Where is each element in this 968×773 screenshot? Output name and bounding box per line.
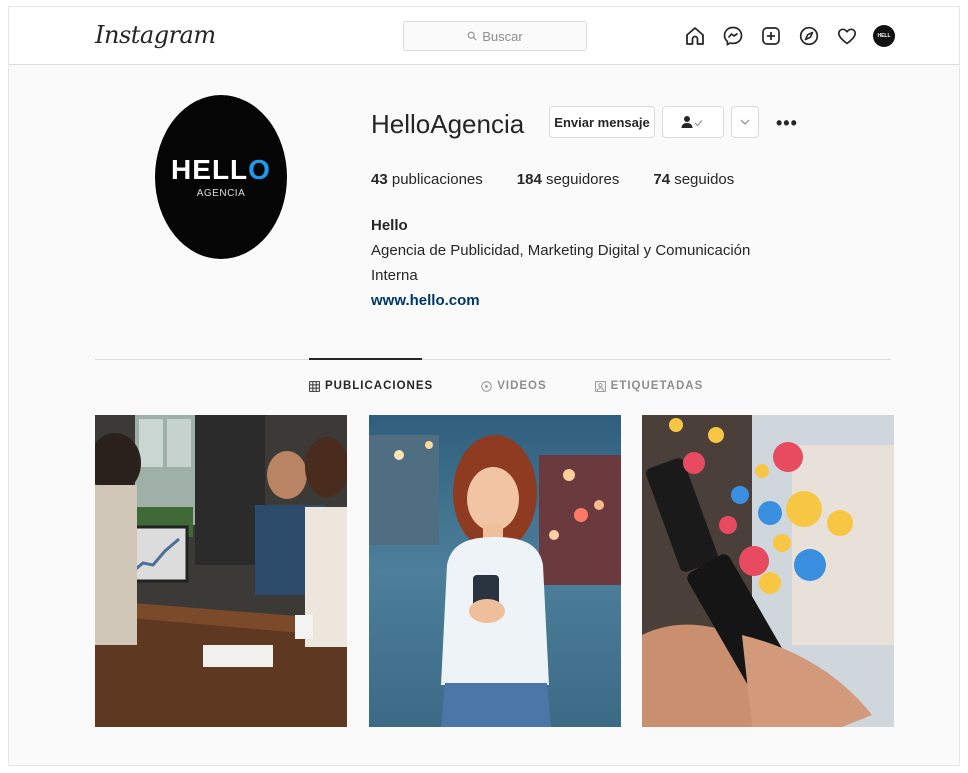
active-tab-indicator	[309, 358, 422, 360]
tab-publicaciones[interactable]: PUBLICACIONES	[309, 380, 433, 392]
activity-heart-icon[interactable]	[835, 24, 859, 48]
stat-followers[interactable]: 184 seguidores	[517, 171, 620, 188]
profile-bio: Hello Agencia de Publicidad, Marketing D…	[371, 213, 751, 313]
stat-following-label: seguidos	[674, 171, 735, 188]
avatar-mini-brand: HELL	[877, 33, 891, 39]
post-image-team-meeting	[95, 415, 347, 727]
post-thumbnail-3[interactable]	[642, 415, 894, 727]
send-message-button[interactable]: Enviar mensaje	[549, 106, 655, 138]
profile-stats: 43 publicaciones 184 seguidores 74 segui…	[371, 171, 734, 188]
search-input[interactable]: Buscar	[403, 21, 587, 51]
post-thumbnail-2[interactable]	[369, 415, 621, 727]
home-icon[interactable]	[683, 24, 707, 48]
tab-etiquetadas-label: ETIQUETADAS	[610, 380, 704, 392]
messenger-icon[interactable]	[721, 24, 745, 48]
tagged-user-icon	[594, 380, 606, 392]
stat-posts-label: publicaciones	[391, 171, 483, 188]
avatar-brand-main: HELL	[171, 153, 249, 185]
bio-line-1: Agencia de Publicidad, Marketing Digital…	[371, 242, 751, 259]
bio-line-2: Interna	[371, 267, 418, 284]
tab-etiquetadas[interactable]: ETIQUETADAS	[594, 380, 704, 392]
search-placeholder: Buscar	[482, 28, 523, 44]
tab-publicaciones-label: PUBLICACIONES	[325, 380, 434, 392]
profile-username: HelloAgencia	[371, 109, 525, 139]
video-play-icon	[481, 380, 492, 392]
new-post-icon[interactable]	[759, 24, 783, 48]
stat-following-value: 74	[653, 171, 671, 188]
user-check-icon	[681, 116, 703, 128]
post-image-woman-phone	[369, 415, 621, 727]
stat-posts[interactable]: 43 publicaciones	[371, 171, 483, 188]
top-navigation-bar: Instagram Buscar HELL	[9, 7, 959, 65]
tabs-divider	[95, 359, 891, 360]
search-icon	[467, 31, 477, 41]
tab-videos[interactable]: VIDEOS	[481, 380, 546, 392]
tab-videos-label: VIDEOS	[497, 380, 547, 392]
stat-posts-value: 43	[371, 171, 388, 188]
nav-icon-group: HELL	[683, 24, 895, 48]
instagram-logo[interactable]: Instagram	[95, 21, 216, 49]
stat-following[interactable]: 74 seguidos	[653, 171, 734, 188]
following-button[interactable]	[662, 106, 724, 138]
avatar-brand-text: HELLO	[171, 153, 271, 185]
bio-name: Hello	[371, 217, 408, 234]
post-image-phones-emojis	[642, 415, 894, 727]
profile-avatar-nav[interactable]: HELL	[873, 25, 895, 47]
bio-website-link[interactable]: www.hello.com	[371, 288, 751, 313]
stat-followers-label: seguidores	[545, 171, 620, 188]
grid-icon	[309, 380, 320, 392]
more-options-icon[interactable]: •••	[776, 113, 798, 134]
explore-compass-icon[interactable]	[797, 24, 821, 48]
instagram-profile-window: Instagram Buscar HELL HELLO AGENCIA Hell…	[8, 6, 960, 766]
post-thumbnail-1[interactable]	[95, 415, 347, 727]
avatar-brand-accent: O	[248, 153, 271, 185]
suggestions-dropdown-button[interactable]	[731, 106, 759, 138]
profile-tabs: PUBLICACIONES VIDEOS ETIQUETADAS	[309, 380, 703, 392]
stat-followers-value: 184	[516, 171, 542, 188]
profile-picture[interactable]: HELLO AGENCIA	[155, 95, 287, 259]
avatar-sub-text: AGENCIA	[196, 187, 246, 199]
chevron-down-icon	[740, 119, 750, 125]
